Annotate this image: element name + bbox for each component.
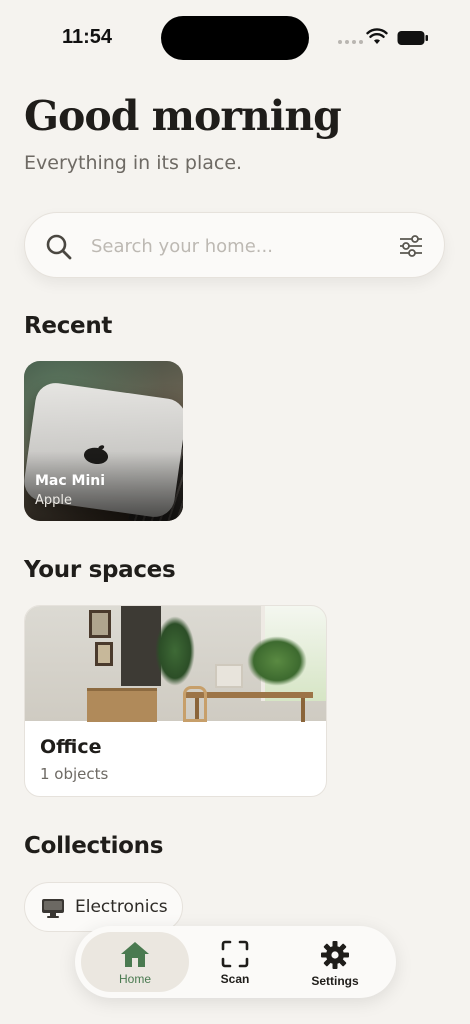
search-bar[interactable] xyxy=(24,212,445,278)
space-object-count: 1 objects xyxy=(40,765,109,783)
tab-settings-label: Settings xyxy=(311,974,359,988)
collections-section-title: Collections xyxy=(24,833,164,859)
tab-bar: Home Scan Settings xyxy=(75,926,396,998)
monitor-icon xyxy=(42,899,64,918)
battery-icon xyxy=(397,31,428,45)
tab-home-label: Home xyxy=(118,972,151,986)
tab-settings[interactable]: Settings xyxy=(285,926,385,998)
sliders-icon[interactable] xyxy=(398,234,424,258)
collection-label: Electronics xyxy=(75,897,168,917)
gear-icon xyxy=(321,941,349,969)
recent-item-brand: Apple xyxy=(35,493,73,508)
scan-icon xyxy=(221,940,249,968)
recent-item-name: Mac Mini xyxy=(35,473,106,489)
status-time: 11:54 xyxy=(62,26,113,48)
space-card-office[interactable]: Office 1 objects xyxy=(24,605,327,797)
collection-chip-electronics[interactable]: Electronics xyxy=(24,882,183,932)
status-bar: 11:54 xyxy=(0,0,470,76)
tab-scan[interactable]: Scan xyxy=(185,926,285,998)
search-icon xyxy=(46,234,72,260)
search-input[interactable] xyxy=(91,225,381,267)
space-name: Office xyxy=(40,736,102,758)
wifi-icon xyxy=(366,28,388,44)
signal-icon xyxy=(338,40,363,44)
space-photo xyxy=(25,606,326,722)
greeting-title: Good morning xyxy=(24,92,342,140)
home-icon xyxy=(121,942,149,967)
dynamic-island xyxy=(161,16,309,60)
spaces-section-title: Your spaces xyxy=(24,557,176,583)
recent-item-card[interactable]: Mac Mini Apple xyxy=(24,361,183,521)
tab-home[interactable]: Home xyxy=(85,926,185,998)
recent-section-title: Recent xyxy=(24,313,113,339)
tab-scan-label: Scan xyxy=(220,972,250,986)
greeting-subtitle: Everything in its place. xyxy=(24,152,243,174)
